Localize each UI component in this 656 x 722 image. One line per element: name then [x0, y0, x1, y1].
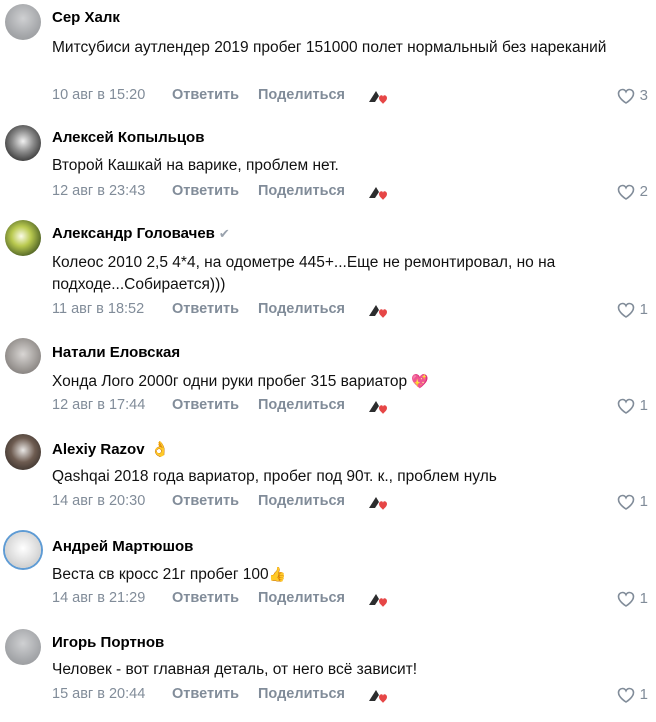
author-name[interactable]: Сер Халк — [52, 9, 120, 26]
comment-date[interactable]: 15 авг в 20:44 — [52, 686, 145, 702]
comment-text: Qashqai 2018 года вариатор, пробег под 9… — [52, 468, 497, 485]
share-button[interactable]: Поделиться — [258, 686, 345, 702]
reply-button[interactable]: Ответить — [172, 87, 239, 103]
comment-text: Человек - вот главная деталь, от него вс… — [52, 661, 418, 678]
avatar[interactable] — [5, 125, 41, 161]
avatar[interactable] — [5, 532, 41, 568]
like-count: 2 — [639, 183, 648, 200]
comment-date[interactable]: 10 авг в 15:20 — [52, 87, 145, 103]
like-count: 1 — [639, 493, 648, 510]
avatar[interactable] — [5, 220, 41, 256]
reply-button[interactable]: Ответить — [172, 397, 239, 413]
reaction-icon[interactable] — [367, 302, 391, 320]
share-button[interactable]: Поделиться — [258, 87, 345, 103]
reply-button[interactable]: Ответить — [172, 301, 239, 317]
heart-icon — [617, 591, 634, 607]
comment-meta: 11 авг в 18:52 Ответить Поделиться 1 — [52, 301, 648, 321]
author-name[interactable]: Игорь Портнов — [52, 634, 164, 651]
comment-meta: 12 авг в 23:43 Ответить Поделиться 2 — [52, 183, 648, 203]
comment-meta: 14 авг в 21:29 Ответить Поделиться 1 — [52, 590, 648, 610]
comment-text: Хонда Лого 2000г одни руки пробег 315 ва… — [52, 373, 429, 390]
author-name[interactable]: Alexiy Razov 👌 — [52, 440, 169, 458]
author-name[interactable]: Натали Еловская — [52, 344, 180, 361]
like-count: 3 — [639, 87, 648, 104]
comment-date[interactable]: 11 авг в 18:52 — [52, 301, 144, 317]
share-button[interactable]: Поделиться — [258, 493, 345, 509]
avatar[interactable] — [5, 434, 41, 470]
like-button[interactable]: 1 — [617, 301, 648, 318]
thumbs-up-emoji: 👍 — [268, 566, 287, 582]
comment-meta: 15 авг в 20:44 Ответить Поделиться 1 — [52, 686, 648, 706]
author-name[interactable]: Андрей Мартюшов — [52, 538, 193, 555]
heart-icon — [617, 88, 634, 104]
author-name[interactable]: Александр Головачев ✔ — [52, 225, 230, 242]
like-count: 1 — [639, 590, 648, 607]
comment-meta: 10 авг в 15:20 Ответить Поделиться 3 — [52, 87, 648, 107]
heart-icon — [617, 398, 634, 414]
verified-check-icon: ✔ — [218, 226, 230, 241]
reaction-icon[interactable] — [367, 398, 391, 416]
reply-button[interactable]: Ответить — [172, 686, 239, 702]
heart-icon — [617, 494, 634, 510]
like-count: 1 — [639, 397, 648, 414]
heart-gift-emoji: 💖 — [411, 373, 429, 389]
reaction-icon[interactable] — [367, 184, 391, 202]
like-button[interactable]: 1 — [617, 590, 648, 607]
like-button[interactable]: 1 — [617, 397, 648, 414]
like-count: 1 — [639, 301, 648, 318]
heart-icon — [617, 184, 634, 200]
comment-date[interactable]: 14 авг в 21:29 — [52, 590, 145, 606]
avatar[interactable] — [5, 338, 41, 374]
like-button[interactable]: 2 — [617, 183, 648, 200]
reaction-icon[interactable] — [367, 687, 391, 705]
ok-hand-emoji: 👌 — [150, 441, 170, 458]
comment-meta: 14 авг в 20:30 Ответить Поделиться 1 — [52, 493, 648, 513]
comments-list: Сер Халк Митсубиси аутлендер 2019 пробег… — [0, 0, 656, 722]
reaction-icon[interactable] — [367, 591, 391, 609]
like-button[interactable]: 3 — [617, 87, 648, 104]
reply-button[interactable]: Ответить — [172, 590, 239, 606]
share-button[interactable]: Поделиться — [258, 183, 345, 199]
avatar[interactable] — [5, 4, 41, 40]
comment-text: Второй Кашкай на варике, проблем нет. — [52, 157, 339, 174]
like-button[interactable]: 1 — [617, 686, 648, 703]
comment-text: Колеос 2010 2,5 4*4, на одометре 445+...… — [52, 254, 556, 293]
reply-button[interactable]: Ответить — [172, 493, 239, 509]
comment-date[interactable]: 12 авг в 17:44 — [52, 397, 145, 413]
avatar[interactable] — [5, 629, 41, 665]
author-name[interactable]: Алексей Копыльцов — [52, 129, 204, 146]
share-button[interactable]: Поделиться — [258, 301, 345, 317]
heart-icon — [617, 302, 634, 318]
share-button[interactable]: Поделиться — [258, 590, 345, 606]
like-button[interactable]: 1 — [617, 493, 648, 510]
heart-icon — [617, 687, 634, 703]
comment-date[interactable]: 12 авг в 23:43 — [52, 183, 145, 199]
comment-text: Митсубиси аутлендер 2019 пробег 151000 п… — [52, 39, 607, 56]
comment-text: Веста св кросс 21г пробег 100👍 — [52, 566, 287, 583]
reaction-icon[interactable] — [367, 494, 391, 512]
share-button[interactable]: Поделиться — [258, 397, 345, 413]
comment-meta: 12 авг в 17:44 Ответить Поделиться 1 — [52, 397, 648, 417]
reply-button[interactable]: Ответить — [172, 183, 239, 199]
like-count: 1 — [639, 686, 648, 703]
comment-date[interactable]: 14 авг в 20:30 — [52, 493, 145, 509]
reaction-icon[interactable] — [367, 88, 391, 106]
